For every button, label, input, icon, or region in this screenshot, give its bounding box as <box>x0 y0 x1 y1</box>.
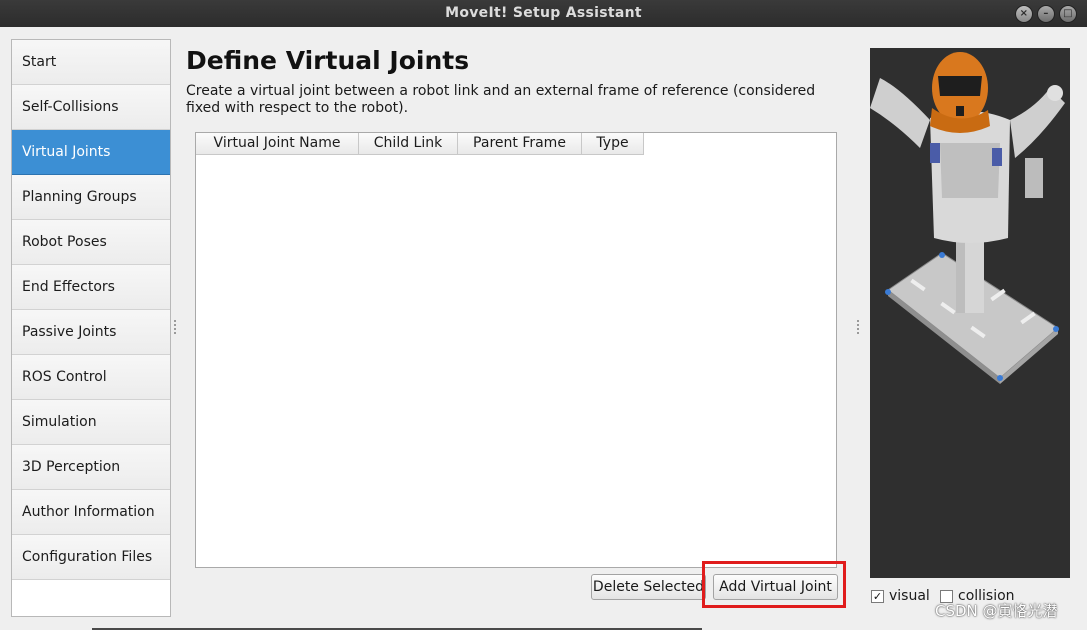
virtual-joints-table[interactable]: Virtual Joint Name Child Link Parent Fra… <box>195 132 837 568</box>
sidebar-item-start[interactable]: Start <box>12 40 170 85</box>
sidebar-item-virtual-joints[interactable]: Virtual Joints <box>12 130 170 175</box>
sidebar-item-configuration-files[interactable]: Configuration Files <box>12 535 170 580</box>
right-splitter-handle[interactable] <box>857 320 859 334</box>
delete-selected-button[interactable]: Delete Selected <box>591 574 706 600</box>
left-splitter-handle[interactable] <box>174 320 176 334</box>
sidebar-item-passive-joints[interactable]: Passive Joints <box>12 310 170 355</box>
window-title: MoveIt! Setup Assistant <box>445 5 642 21</box>
sidebar-nav: Start Self-Collisions Virtual Joints Pla… <box>11 39 171 617</box>
window-close-icon[interactable]: × <box>1015 5 1033 23</box>
sidebar-item-self-collisions[interactable]: Self-Collisions <box>12 85 170 130</box>
window-titlebar: MoveIt! Setup Assistant × – □ <box>0 0 1087 27</box>
highlight-annotation-box <box>702 561 846 608</box>
window-controls: × – □ <box>1015 5 1077 23</box>
watermark-text: CSDN @寅恪光潜 <box>935 602 1058 620</box>
column-header-parent-frame[interactable]: Parent Frame <box>458 133 582 154</box>
sidebar-item-robot-poses[interactable]: Robot Poses <box>12 220 170 265</box>
window-minimize-icon[interactable]: – <box>1037 5 1055 23</box>
window-maximize-icon[interactable]: □ <box>1059 5 1077 23</box>
page-description: Create a virtual joint between a robot l… <box>186 83 816 116</box>
column-header-child-link[interactable]: Child Link <box>359 133 458 154</box>
robot-3d-viewer[interactable] <box>870 48 1070 578</box>
column-header-type[interactable]: Type <box>582 133 644 154</box>
page-title: Define Virtual Joints <box>186 46 470 75</box>
sidebar-item-simulation[interactable]: Simulation <box>12 400 170 445</box>
sidebar-item-ros-control[interactable]: ROS Control <box>12 355 170 400</box>
visual-label: visual <box>889 588 930 604</box>
sidebar-item-end-effectors[interactable]: End Effectors <box>12 265 170 310</box>
visual-toggle[interactable]: ✓ visual <box>871 588 930 604</box>
sidebar-item-3d-perception[interactable]: 3D Perception <box>12 445 170 490</box>
table-header: Virtual Joint Name Child Link Parent Fra… <box>196 133 644 155</box>
column-header-virtual-joint-name[interactable]: Virtual Joint Name <box>196 133 359 154</box>
sidebar-item-planning-groups[interactable]: Planning Groups <box>12 175 170 220</box>
robot-model-icon <box>870 52 1065 384</box>
visual-checkbox[interactable]: ✓ <box>871 589 884 603</box>
sidebar-item-author-information[interactable]: Author Information <box>12 490 170 535</box>
